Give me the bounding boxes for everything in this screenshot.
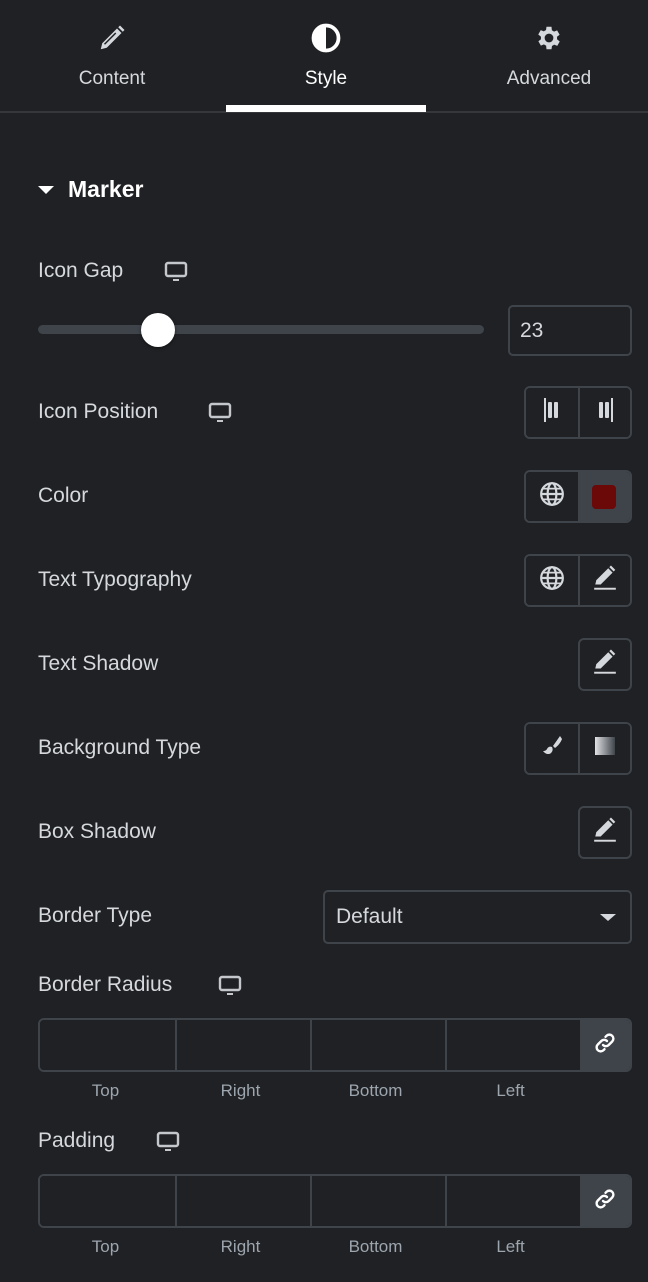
globe-icon xyxy=(539,481,565,512)
pencil-icon xyxy=(96,22,128,54)
icon-position-left-button[interactable] xyxy=(526,388,578,437)
dimension-label-bottom: Bottom xyxy=(348,1237,403,1256)
link-icon xyxy=(593,1031,617,1060)
dimension-label-right: Right xyxy=(220,1081,261,1100)
section-title: Marker xyxy=(68,176,144,202)
dimension-label-left: Left xyxy=(496,1237,525,1256)
gradient-icon xyxy=(594,736,616,761)
background-type-group xyxy=(524,722,632,775)
panel-tabs: Content Style Advanced xyxy=(0,0,648,113)
icon-position-group xyxy=(524,386,632,439)
pencil-edit-icon xyxy=(592,649,618,680)
background-gradient-button[interactable] xyxy=(578,724,630,773)
border-radius-top-input[interactable] xyxy=(40,1020,175,1070)
border-radius-right-input[interactable] xyxy=(175,1020,310,1070)
icon-gap-label: Icon Gap xyxy=(38,259,124,282)
color-label: Color xyxy=(38,484,89,507)
gear-icon xyxy=(533,22,565,54)
desktop-icon[interactable] xyxy=(208,402,232,424)
pencil-edit-icon xyxy=(592,817,618,848)
dimension-label-top: Top xyxy=(91,1081,120,1100)
padding-left-input[interactable] xyxy=(445,1176,580,1226)
border-radius-left-input[interactable] xyxy=(445,1020,580,1070)
chevron-down-icon xyxy=(600,914,616,921)
color-group xyxy=(524,470,632,523)
padding-dimensions xyxy=(38,1174,632,1228)
global-colors-button[interactable] xyxy=(526,472,578,521)
tab-label: Style xyxy=(304,68,348,89)
globe-icon xyxy=(539,565,565,596)
desktop-icon[interactable] xyxy=(164,261,188,283)
padding-right-input[interactable] xyxy=(175,1176,310,1226)
tab-label: Content xyxy=(78,68,146,89)
dimension-label-top: Top xyxy=(91,1237,120,1256)
link-values-button[interactable] xyxy=(580,1176,630,1226)
box-shadow-label: Box Shadow xyxy=(38,820,156,843)
half-circle-icon xyxy=(310,22,342,54)
classic-brush-icon xyxy=(540,734,564,763)
padding-bottom-input[interactable] xyxy=(310,1176,445,1226)
caret-down-icon xyxy=(38,185,54,194)
link-icon xyxy=(593,1187,617,1216)
border-type-label: Border Type xyxy=(38,904,153,927)
link-values-button[interactable] xyxy=(580,1020,630,1070)
section-toggle-marker[interactable]: Marker xyxy=(38,176,143,203)
color-swatch xyxy=(592,484,616,509)
color-picker-button[interactable] xyxy=(578,472,630,521)
desktop-icon[interactable] xyxy=(218,975,242,997)
padding-top-input[interactable] xyxy=(40,1176,175,1226)
border-type-value: Default xyxy=(336,905,403,928)
border-radius-label: Border Radius xyxy=(38,973,173,996)
tab-style[interactable]: Style xyxy=(226,0,426,111)
icon-position-label: Icon Position xyxy=(38,400,159,423)
pencil-edit-icon xyxy=(592,565,618,596)
background-type-label: Background Type xyxy=(38,736,202,759)
typography-group xyxy=(524,554,632,607)
border-radius-dimensions xyxy=(38,1018,632,1072)
edit-box-shadow-button[interactable] xyxy=(578,806,632,859)
tab-advanced[interactable]: Advanced xyxy=(490,0,608,111)
padding-label: Padding xyxy=(38,1129,116,1152)
tab-label: Advanced xyxy=(506,68,592,89)
dimension-label-bottom: Bottom xyxy=(348,1081,403,1100)
align-right-icon xyxy=(595,397,615,428)
background-classic-button[interactable] xyxy=(526,724,578,773)
desktop-icon[interactable] xyxy=(156,1131,180,1153)
edit-typography-button[interactable] xyxy=(578,556,630,605)
dimension-label-left: Left xyxy=(496,1081,525,1100)
border-type-select[interactable]: Default xyxy=(323,890,632,944)
icon-gap-slider[interactable] xyxy=(38,325,484,334)
border-radius-bottom-input[interactable] xyxy=(310,1020,445,1070)
tab-content[interactable]: Content xyxy=(60,0,164,111)
edit-text-shadow-button[interactable] xyxy=(578,638,632,691)
align-left-icon xyxy=(542,397,562,428)
active-tab-indicator xyxy=(226,105,426,112)
icon-gap-input[interactable] xyxy=(508,305,632,356)
dimension-label-right: Right xyxy=(220,1237,261,1256)
global-typography-button[interactable] xyxy=(526,556,578,605)
text-typography-label: Text Typography xyxy=(38,568,192,591)
icon-position-right-button[interactable] xyxy=(578,388,630,437)
icon-gap-slider-handle[interactable] xyxy=(140,313,175,347)
text-shadow-label: Text Shadow xyxy=(38,652,159,675)
